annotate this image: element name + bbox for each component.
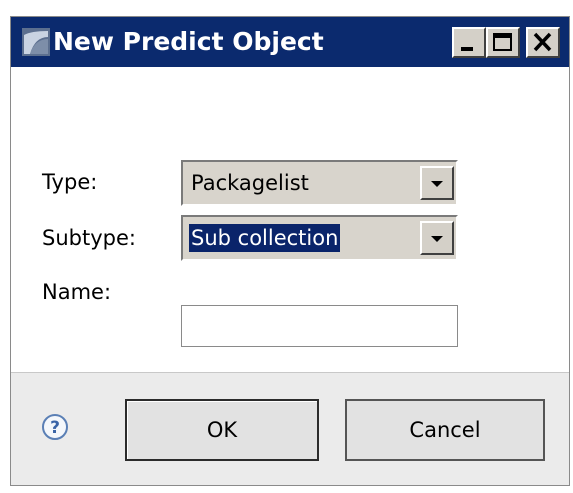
type-dropdown-button[interactable] [420,166,454,200]
app-icon [21,27,51,57]
ok-button[interactable]: OK [125,399,319,461]
subtype-dropdown-button[interactable] [420,221,454,255]
cancel-button[interactable]: Cancel [345,399,545,461]
close-button[interactable] [526,27,560,58]
minimize-button[interactable] [452,27,486,58]
type-combobox[interactable]: Packagelist [181,160,458,206]
close-icon [533,32,552,52]
svg-text:?: ? [50,418,60,438]
subtype-value: Sub collection [189,224,341,252]
subtype-label: Subtype: [42,226,136,250]
name-input[interactable] [181,305,458,347]
window-title: New Predict Object [53,27,324,56]
minimize-icon [461,47,473,51]
chevron-down-icon [431,181,443,187]
subtype-combobox[interactable]: Sub collection [181,215,458,261]
type-label: Type: [42,170,98,194]
dialog-footer: ? OK Cancel [11,373,569,485]
title-bar[interactable]: New Predict Object [11,17,569,67]
maximize-icon [493,33,512,51]
new-predict-object-dialog: New Predict Object Type: Packagelist Sub… [10,16,570,486]
help-icon[interactable]: ? [41,413,69,441]
chevron-down-icon [431,236,443,242]
name-label: Name: [42,280,112,304]
maximize-button[interactable] [486,27,520,58]
type-value: Packagelist [191,171,309,195]
